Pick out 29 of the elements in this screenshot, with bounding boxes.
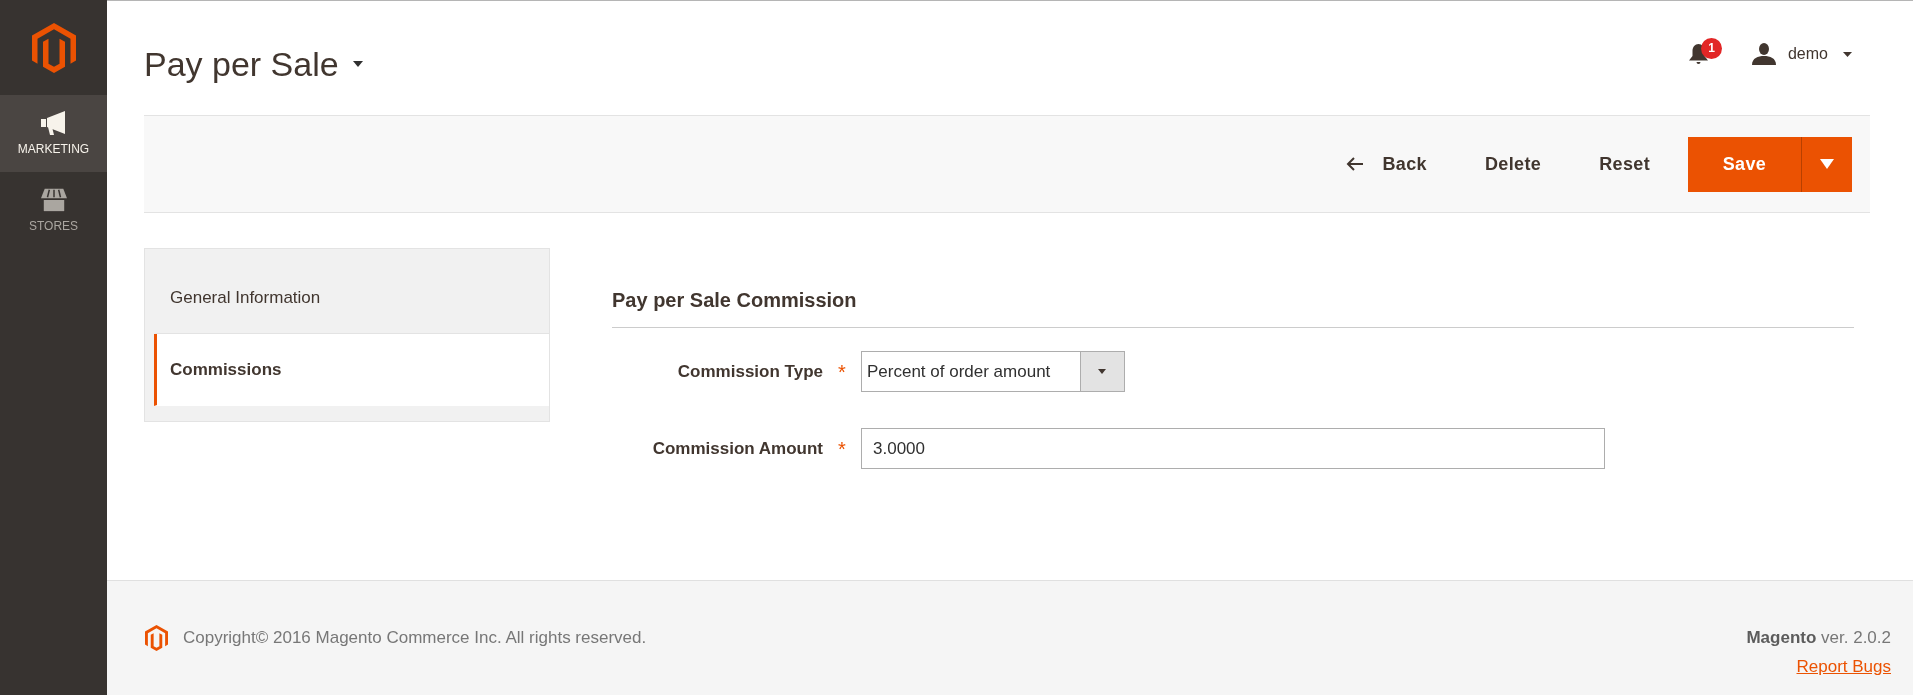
arrow-left-icon (1345, 157, 1364, 171)
required-mark: * (838, 361, 846, 382)
caret-icon (1820, 159, 1834, 169)
required-mark: * (838, 438, 846, 459)
input-field[interactable]: 3.0000 (861, 428, 1605, 469)
caret-icon (1843, 51, 1852, 57)
caret-icon (352, 61, 363, 67)
logo-icon (145, 625, 168, 651)
delete-button[interactable]: Delete (1465, 141, 1562, 187)
section-title: Pay per Sale Commission (612, 288, 1854, 328)
back-button[interactable]: Back (1325, 141, 1447, 187)
save-button[interactable]: Save (1688, 136, 1801, 192)
copyright-text: Copyright© 2016 Magento Commerce Inc. All rights reserved. (183, 627, 647, 649)
user-icon (1751, 43, 1776, 65)
tab[interactable]: Commissions (154, 334, 549, 406)
user-menu[interactable]: demo (1751, 43, 1852, 65)
reset-button[interactable]: Reset (1579, 141, 1670, 187)
select-field[interactable]: Percent of order amount (861, 351, 1125, 392)
store-icon (40, 188, 67, 212)
megaphone-icon (40, 111, 67, 135)
version-text: Magento ver. 2.0.2 (1746, 627, 1891, 649)
sidebar-item[interactable]: STORES (0, 172, 107, 249)
logo-icon[interactable] (31, 22, 76, 73)
save-options-button[interactable] (1801, 136, 1852, 192)
notification-badge: 1 (1700, 37, 1722, 59)
page-title: Pay per Sale (144, 44, 339, 85)
sidebar-item[interactable]: MARKETING (0, 95, 107, 172)
field-label: Commission Amount (651, 438, 823, 459)
field-label: Commission Type (676, 361, 823, 382)
